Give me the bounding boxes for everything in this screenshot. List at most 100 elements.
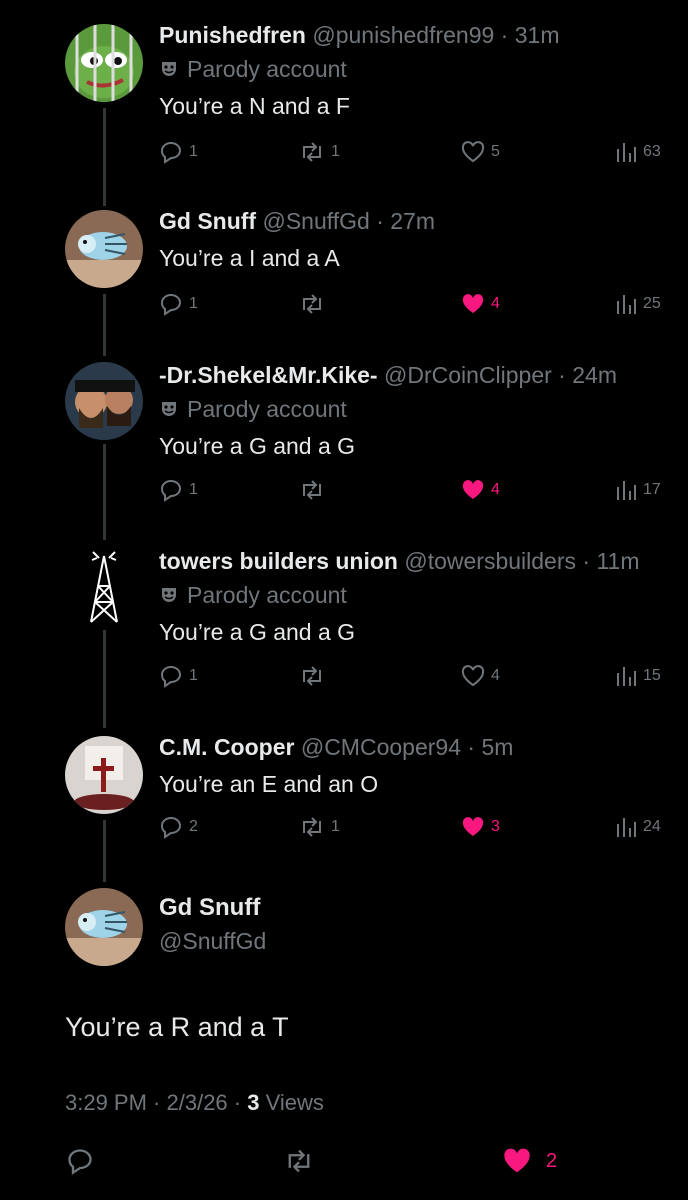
views-count: 15 bbox=[643, 667, 661, 684]
reply-icon bbox=[68, 1149, 92, 1175]
like-button[interactable]: 5 bbox=[461, 139, 500, 165]
display-name[interactable]: towers builders union bbox=[159, 548, 398, 574]
repost-button[interactable] bbox=[299, 291, 331, 317]
repost-button[interactable]: 1 bbox=[299, 814, 340, 840]
views-button[interactable]: 24 bbox=[615, 814, 661, 840]
views-button[interactable]: 63 bbox=[615, 139, 661, 165]
timestamp[interactable]: 27m bbox=[390, 208, 435, 234]
views-count: 24 bbox=[643, 818, 661, 835]
user-handle[interactable]: @punishedfren99 bbox=[312, 22, 494, 48]
reply-icon bbox=[160, 141, 182, 164]
user-handle[interactable]: @SnuffGd bbox=[262, 208, 369, 234]
parody-text: Parody account bbox=[187, 56, 347, 82]
like-icon bbox=[462, 817, 484, 836]
repost-button[interactable] bbox=[284, 1146, 320, 1176]
like-count: 4 bbox=[491, 667, 500, 684]
main-action-bar: 2 bbox=[0, 1146, 688, 1176]
like-icon bbox=[461, 141, 485, 163]
like-icon bbox=[504, 1148, 530, 1173]
tweet-header: -Dr.Shekel&Mr.Kike- @DrCoinClipper · 24m bbox=[159, 362, 617, 388]
parody-mask-icon bbox=[162, 588, 176, 602]
action-bar: 1 1 5 63 bbox=[159, 139, 669, 165]
reply-tweet[interactable]: Punishedfren @punishedfren99 · 31m Parod… bbox=[0, 0, 688, 190]
reply-count: 1 bbox=[189, 143, 198, 160]
parody-label: Parody account bbox=[159, 54, 674, 84]
reply-icon bbox=[160, 665, 182, 688]
like-button[interactable]: 2 bbox=[502, 1146, 557, 1176]
reply-icon bbox=[160, 293, 182, 316]
views-label[interactable]: Views bbox=[266, 1090, 324, 1115]
reply-tweet[interactable]: C.M. Cooper @CMCooper94 · 5m You’re an E… bbox=[0, 722, 688, 882]
views-button[interactable]: 17 bbox=[615, 477, 661, 503]
display-name[interactable]: Gd Snuff bbox=[159, 894, 266, 922]
like-button[interactable]: 4 bbox=[461, 663, 500, 689]
views-button[interactable]: 25 bbox=[615, 291, 661, 317]
like-count: 5 bbox=[491, 143, 500, 160]
like-count: 4 bbox=[491, 295, 500, 312]
user-handle[interactable]: @SnuffGd bbox=[159, 928, 266, 955]
timestamp[interactable]: 5m bbox=[481, 734, 513, 760]
repost-button[interactable] bbox=[299, 477, 331, 503]
like-icon bbox=[462, 480, 484, 499]
user-handle[interactable]: @DrCoinClipper bbox=[384, 362, 552, 388]
avatar-radio-tower[interactable] bbox=[65, 546, 143, 624]
reply-count: 2 bbox=[189, 818, 198, 835]
views-icon bbox=[617, 481, 636, 500]
user-handle[interactable]: @towersbuilders bbox=[404, 548, 576, 574]
parody-label: Parody account bbox=[159, 580, 674, 610]
reply-button[interactable]: 1 bbox=[159, 139, 198, 165]
views-button[interactable]: 15 bbox=[615, 663, 661, 689]
tweet-text: You’re a I and a A bbox=[159, 245, 340, 271]
repost-count: 1 bbox=[331, 818, 340, 835]
avatar-parakeet[interactable] bbox=[65, 888, 143, 966]
tweet-text: You’re a R and a T bbox=[65, 1012, 289, 1042]
parody-label: Parody account bbox=[159, 394, 674, 424]
timestamp[interactable]: 11m bbox=[596, 548, 639, 574]
repost-icon bbox=[303, 294, 321, 314]
views-icon bbox=[617, 818, 636, 837]
reply-button[interactable]: 2 bbox=[159, 814, 198, 840]
tweet-header: C.M. Cooper @CMCooper94 · 5m bbox=[159, 734, 514, 760]
repost-button[interactable]: 1 bbox=[299, 139, 340, 165]
parody-mask-icon bbox=[162, 62, 176, 76]
timestamp[interactable]: 24m bbox=[572, 362, 617, 388]
avatar-parakeet[interactable] bbox=[65, 210, 143, 288]
reply-tweet[interactable]: towers builders union @towersbuilders · … bbox=[0, 536, 688, 722]
post-time[interactable]: 3:29 PM bbox=[65, 1090, 147, 1115]
avatar-cross[interactable] bbox=[65, 736, 143, 814]
reply-button[interactable]: 1 bbox=[159, 477, 198, 503]
views-icon bbox=[617, 143, 636, 162]
repost-count: 1 bbox=[331, 143, 340, 160]
display-name[interactable]: -Dr.Shekel&Mr.Kike- bbox=[159, 362, 378, 388]
reply-count: 1 bbox=[189, 667, 198, 684]
views-count: 3 bbox=[247, 1090, 260, 1115]
tweet-header: Punishedfren @punishedfren99 · 31m bbox=[159, 22, 560, 48]
display-name[interactable]: Punishedfren bbox=[159, 22, 306, 48]
user-handle[interactable]: @CMCooper94 bbox=[301, 734, 461, 760]
timestamp[interactable]: 31m bbox=[515, 22, 560, 48]
like-icon bbox=[462, 294, 484, 313]
reply-tweet[interactable]: Gd Snuff @SnuffGd · 27m You’re a I and a… bbox=[0, 190, 688, 350]
like-count: 3 bbox=[491, 818, 500, 835]
action-bar: 2 1 3 24 bbox=[159, 814, 669, 840]
like-button[interactable]: 4 bbox=[461, 291, 500, 317]
repost-button[interactable] bbox=[299, 663, 331, 689]
repost-icon bbox=[288, 1149, 310, 1173]
reply-button[interactable]: 1 bbox=[159, 663, 198, 689]
like-count: 4 bbox=[491, 481, 500, 498]
parody-text: Parody account bbox=[187, 582, 347, 608]
avatar-frog[interactable] bbox=[65, 24, 143, 102]
repost-icon bbox=[303, 817, 321, 837]
reply-tweet[interactable]: -Dr.Shekel&Mr.Kike- @DrCoinClipper · 24m… bbox=[0, 350, 688, 536]
reply-button[interactable] bbox=[66, 1146, 100, 1176]
action-bar: 1 4 25 bbox=[159, 291, 669, 317]
avatar-cartoon-men[interactable] bbox=[65, 362, 143, 440]
post-date[interactable]: 2/3/26 bbox=[167, 1090, 228, 1115]
like-icon bbox=[461, 665, 485, 687]
display-name[interactable]: Gd Snuff bbox=[159, 208, 256, 234]
repost-icon bbox=[303, 480, 321, 500]
like-button[interactable]: 4 bbox=[461, 477, 500, 503]
reply-button[interactable]: 1 bbox=[159, 291, 198, 317]
display-name[interactable]: C.M. Cooper bbox=[159, 734, 294, 760]
like-button[interactable]: 3 bbox=[461, 814, 500, 840]
